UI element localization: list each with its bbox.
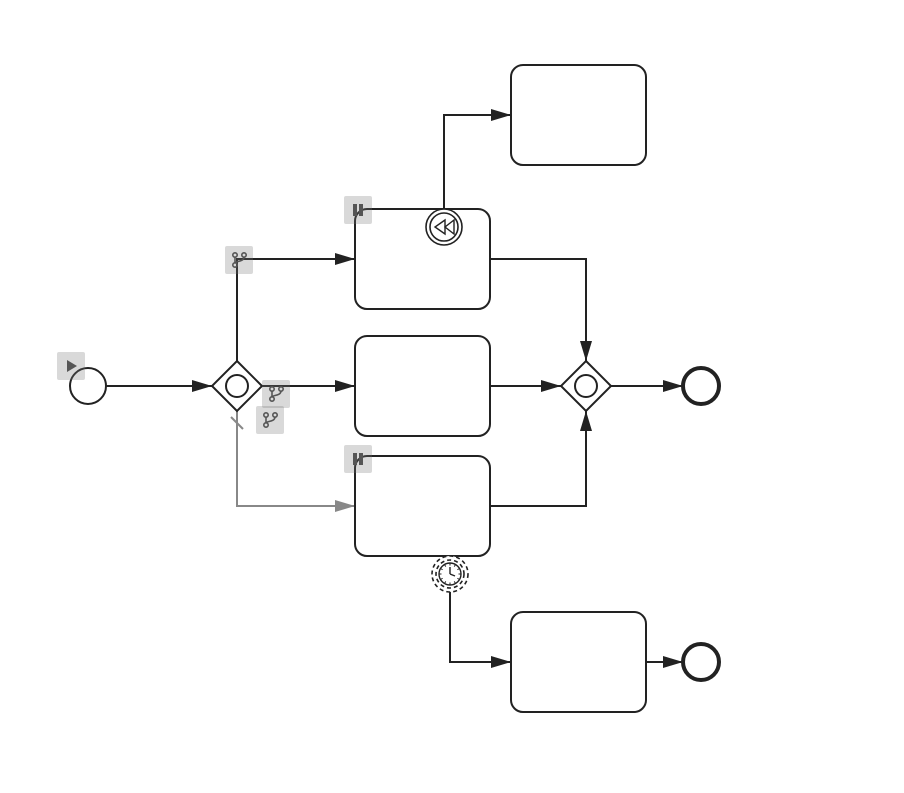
flow-task-top-gw2[interactable] [490,259,586,361]
debug-marker[interactable] [256,406,284,434]
flow-task-bot-gw2[interactable] [490,411,586,506]
pause-icon [359,453,363,465]
end-event[interactable] [683,368,719,404]
end-event-2[interactable] [683,644,719,680]
bpmn-canvas[interactable] [0,0,904,793]
debug-marker[interactable] [57,352,85,380]
pause-icon [353,204,357,216]
task-bottom-right[interactable] [511,612,646,712]
gateway-inclusive-1[interactable] [212,361,262,411]
debug-marker[interactable] [225,246,253,274]
debug-marker[interactable] [344,445,372,473]
task-top-right[interactable] [511,65,646,165]
flow-gw1-task-bot[interactable] [237,411,355,506]
flow-timer-task-bottomright[interactable] [450,592,511,662]
debug-marker[interactable] [344,196,372,224]
task-bot[interactable] [355,456,490,556]
task-mid[interactable] [355,336,490,436]
gateway-inclusive-2[interactable] [561,361,611,411]
flow-gw1-task-top[interactable] [237,259,355,361]
flow-compensation-task-topright[interactable] [444,115,511,209]
pause-icon [359,204,363,216]
pause-icon [353,453,357,465]
task-top[interactable] [355,209,490,309]
debug-marker[interactable] [262,380,290,408]
